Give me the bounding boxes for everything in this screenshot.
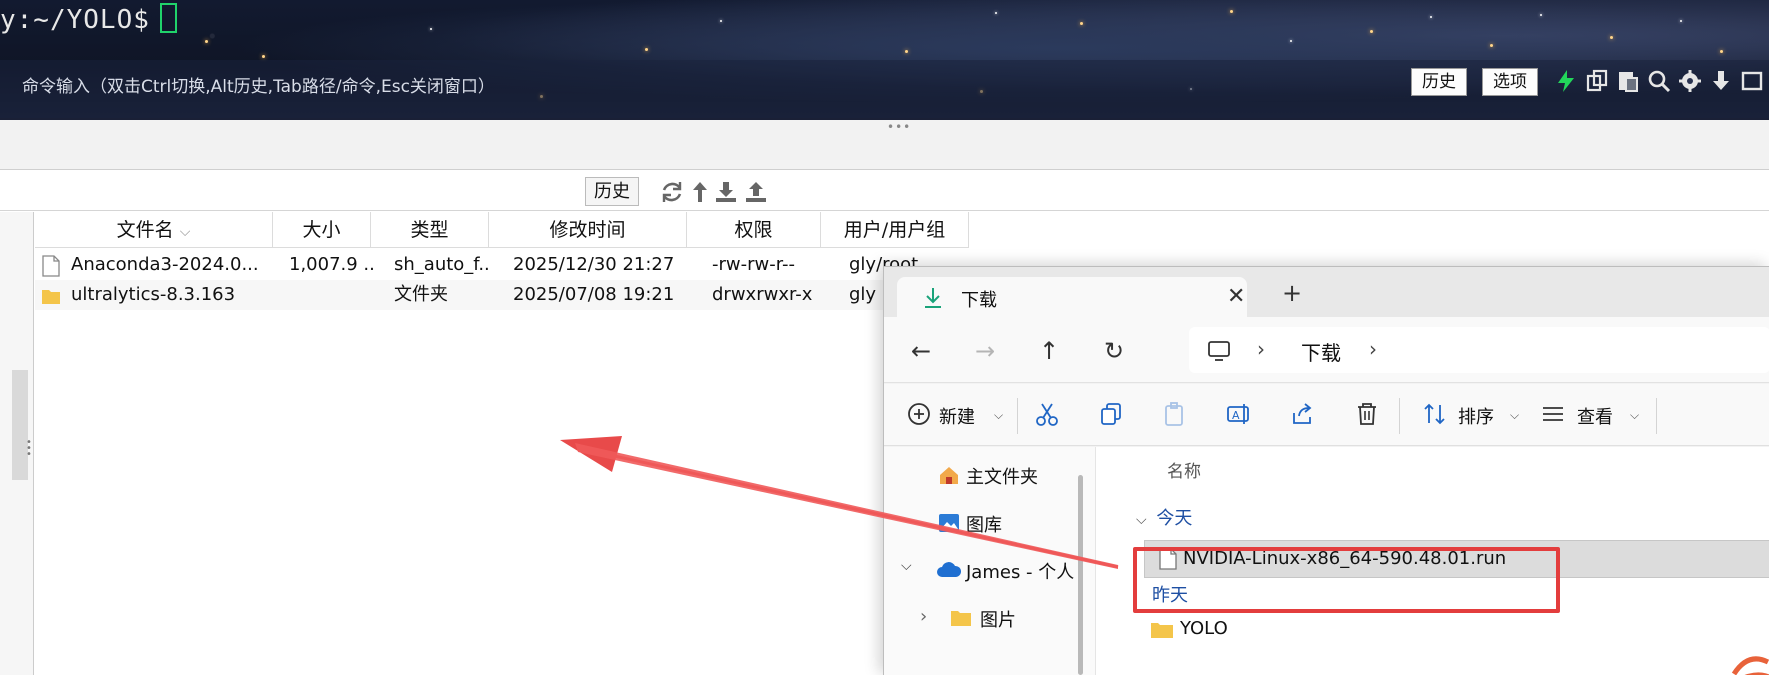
copy-icon[interactable]: [1098, 401, 1124, 427]
folder-icon: [951, 611, 971, 626]
sort-button[interactable]: 排序: [1458, 403, 1494, 429]
explorer-window[interactable]: 下载 ✕ + ← → ↑ ↻ › 下载 › 新建 ⌵ A 排序 ⌵ 查看 ⌵ 主…: [883, 266, 1769, 675]
explorer-command-bar: 新建 ⌵ A 排序 ⌵ 查看 ⌵: [884, 384, 1769, 446]
new-tab-icon[interactable]: +: [1282, 279, 1302, 307]
column-header-name[interactable]: 名称: [1167, 457, 1201, 482]
options-button[interactable]: 选项: [1482, 68, 1538, 96]
address-bar[interactable]: › 下载 ›: [1189, 327, 1769, 373]
watermark-logo-icon: [1731, 656, 1769, 675]
file-permissions: drwxrwxr-x: [712, 284, 813, 305]
file-type: sh_auto_f...: [394, 254, 490, 275]
file-modified: 2025/07/08 19:21: [513, 284, 675, 305]
terminal-panel[interactable]: y:~/YOLO$ 命令输入（双击Ctrl切换,Alt历史,Tab路径/命令,E…: [0, 0, 1769, 120]
gear-icon[interactable]: [1678, 69, 1702, 93]
refresh-icon[interactable]: [660, 180, 684, 204]
refresh-icon[interactable]: ↻: [1104, 337, 1124, 365]
column-header-type[interactable]: 类型: [371, 212, 489, 248]
forward-arrow-icon[interactable]: →: [975, 337, 995, 365]
file-size: [289, 280, 373, 310]
separator: [1017, 398, 1018, 434]
lightning-icon[interactable]: [1554, 69, 1578, 93]
expand-chevron-icon[interactable]: ›: [920, 606, 927, 627]
svg-text:A: A: [1232, 409, 1240, 422]
search-icon[interactable]: [1647, 69, 1671, 93]
breadcrumb-downloads[interactable]: 下载: [1301, 337, 1341, 366]
file-name: ultralytics-8.3.163: [71, 284, 236, 305]
chevron-down-icon[interactable]: ⌵: [1510, 408, 1519, 423]
column-header-permissions[interactable]: 权限: [687, 212, 821, 248]
group-today[interactable]: ⌵ 今天: [1136, 504, 1192, 530]
download-icon[interactable]: [1709, 69, 1733, 93]
column-header-size[interactable]: 大小: [273, 212, 371, 248]
chevron-down-icon: ⌵: [179, 224, 191, 240]
separator: [1399, 398, 1400, 434]
terminal-prompt: y:~/YOLO$: [0, 3, 177, 35]
paste-icon[interactable]: [1616, 69, 1640, 93]
splitter-grip-icon[interactable]: •••: [887, 120, 911, 134]
separator: [1656, 398, 1657, 434]
file-icon: [42, 255, 60, 277]
nav-pane-scrollbar[interactable]: [1078, 475, 1083, 675]
cloud-icon: [937, 562, 962, 577]
copy-icon[interactable]: [1585, 69, 1609, 93]
window-icon[interactable]: [1740, 69, 1764, 93]
up-directory-icon[interactable]: [688, 180, 712, 204]
file-name: Anaconda3-2024.0...: [71, 254, 259, 275]
delete-icon[interactable]: [1354, 401, 1380, 427]
file-type: 文件夹: [394, 284, 448, 305]
file-size: 1,007.9 ...: [289, 254, 373, 275]
explorer-tab-downloads[interactable]: 下载 ✕: [897, 277, 1247, 317]
explorer-navigation-bar: ← → ↑ ↻ › 下载 ›: [884, 317, 1769, 383]
terminal-cursor: [159, 3, 177, 33]
command-input-bar[interactable]: 命令输入（双击Ctrl切换,Alt历史,Tab路径/命令,Esc关闭窗口） 历史…: [0, 60, 1769, 118]
download-file-icon[interactable]: [714, 180, 738, 204]
view-button[interactable]: 查看: [1577, 403, 1613, 429]
chevron-down-icon[interactable]: ⌵: [1630, 408, 1639, 423]
cut-icon[interactable]: [1034, 401, 1060, 427]
new-button[interactable]: 新建: [939, 403, 975, 429]
column-header-name[interactable]: 文件名 ⌵: [35, 212, 273, 248]
gallery-icon: [939, 514, 959, 532]
share-icon[interactable]: [1290, 401, 1316, 427]
paste-icon[interactable]: [1162, 401, 1188, 427]
annotation-highlight-box: [1133, 547, 1560, 613]
breadcrumb-chevron-icon[interactable]: ›: [1369, 337, 1377, 361]
left-scrollbar[interactable]: [12, 370, 28, 480]
sftp-toolbar: 历史: [0, 171, 1769, 211]
back-arrow-icon[interactable]: ←: [911, 337, 931, 365]
folder-icon: [42, 290, 60, 304]
up-arrow-icon[interactable]: ↑: [1039, 337, 1059, 365]
expand-chevron-icon[interactable]: ⌵: [901, 558, 912, 574]
monitor-icon: [1208, 341, 1230, 361]
upload-file-icon[interactable]: [744, 180, 768, 204]
explorer-navigation-pane[interactable]: 主文件夹 图库 ⌵ James - 个人 › 图片: [884, 447, 1096, 675]
breadcrumb-chevron-icon: ›: [1257, 337, 1265, 361]
explorer-tab-bar: 下载 ✕ +: [884, 267, 1769, 317]
column-header-owner[interactable]: 用户/用户组: [821, 212, 969, 248]
command-input-hint[interactable]: 命令输入（双击Ctrl切换,Alt历史,Tab路径/命令,Esc关闭窗口）: [22, 72, 495, 97]
prompt-text: y:~/YOLO$: [0, 5, 150, 35]
sftp-history-button[interactable]: 历史: [585, 177, 639, 206]
tab-close-icon[interactable]: ✕: [1227, 284, 1245, 309]
left-resize-handle[interactable]: • • •: [26, 438, 32, 460]
splitter-strip: [0, 120, 1769, 170]
tab-title: 下载: [961, 290, 997, 311]
rename-icon[interactable]: A: [1226, 401, 1252, 427]
chevron-down-icon[interactable]: ⌵: [994, 408, 1003, 423]
chevron-down-icon: ⌵: [1136, 512, 1147, 528]
folder-icon: [1151, 623, 1173, 638]
file-permissions: -rw-rw-r--: [712, 254, 795, 275]
home-icon: [940, 467, 958, 484]
column-header-modified[interactable]: 修改时间: [489, 212, 687, 248]
new-plus-icon[interactable]: [906, 401, 932, 427]
view-icon[interactable]: [1540, 401, 1566, 427]
file-modified: 2025/12/30 21:27: [513, 254, 675, 275]
history-button[interactable]: 历史: [1411, 68, 1467, 96]
download-arrow-icon: [925, 288, 941, 308]
sort-icon[interactable]: [1422, 401, 1448, 427]
